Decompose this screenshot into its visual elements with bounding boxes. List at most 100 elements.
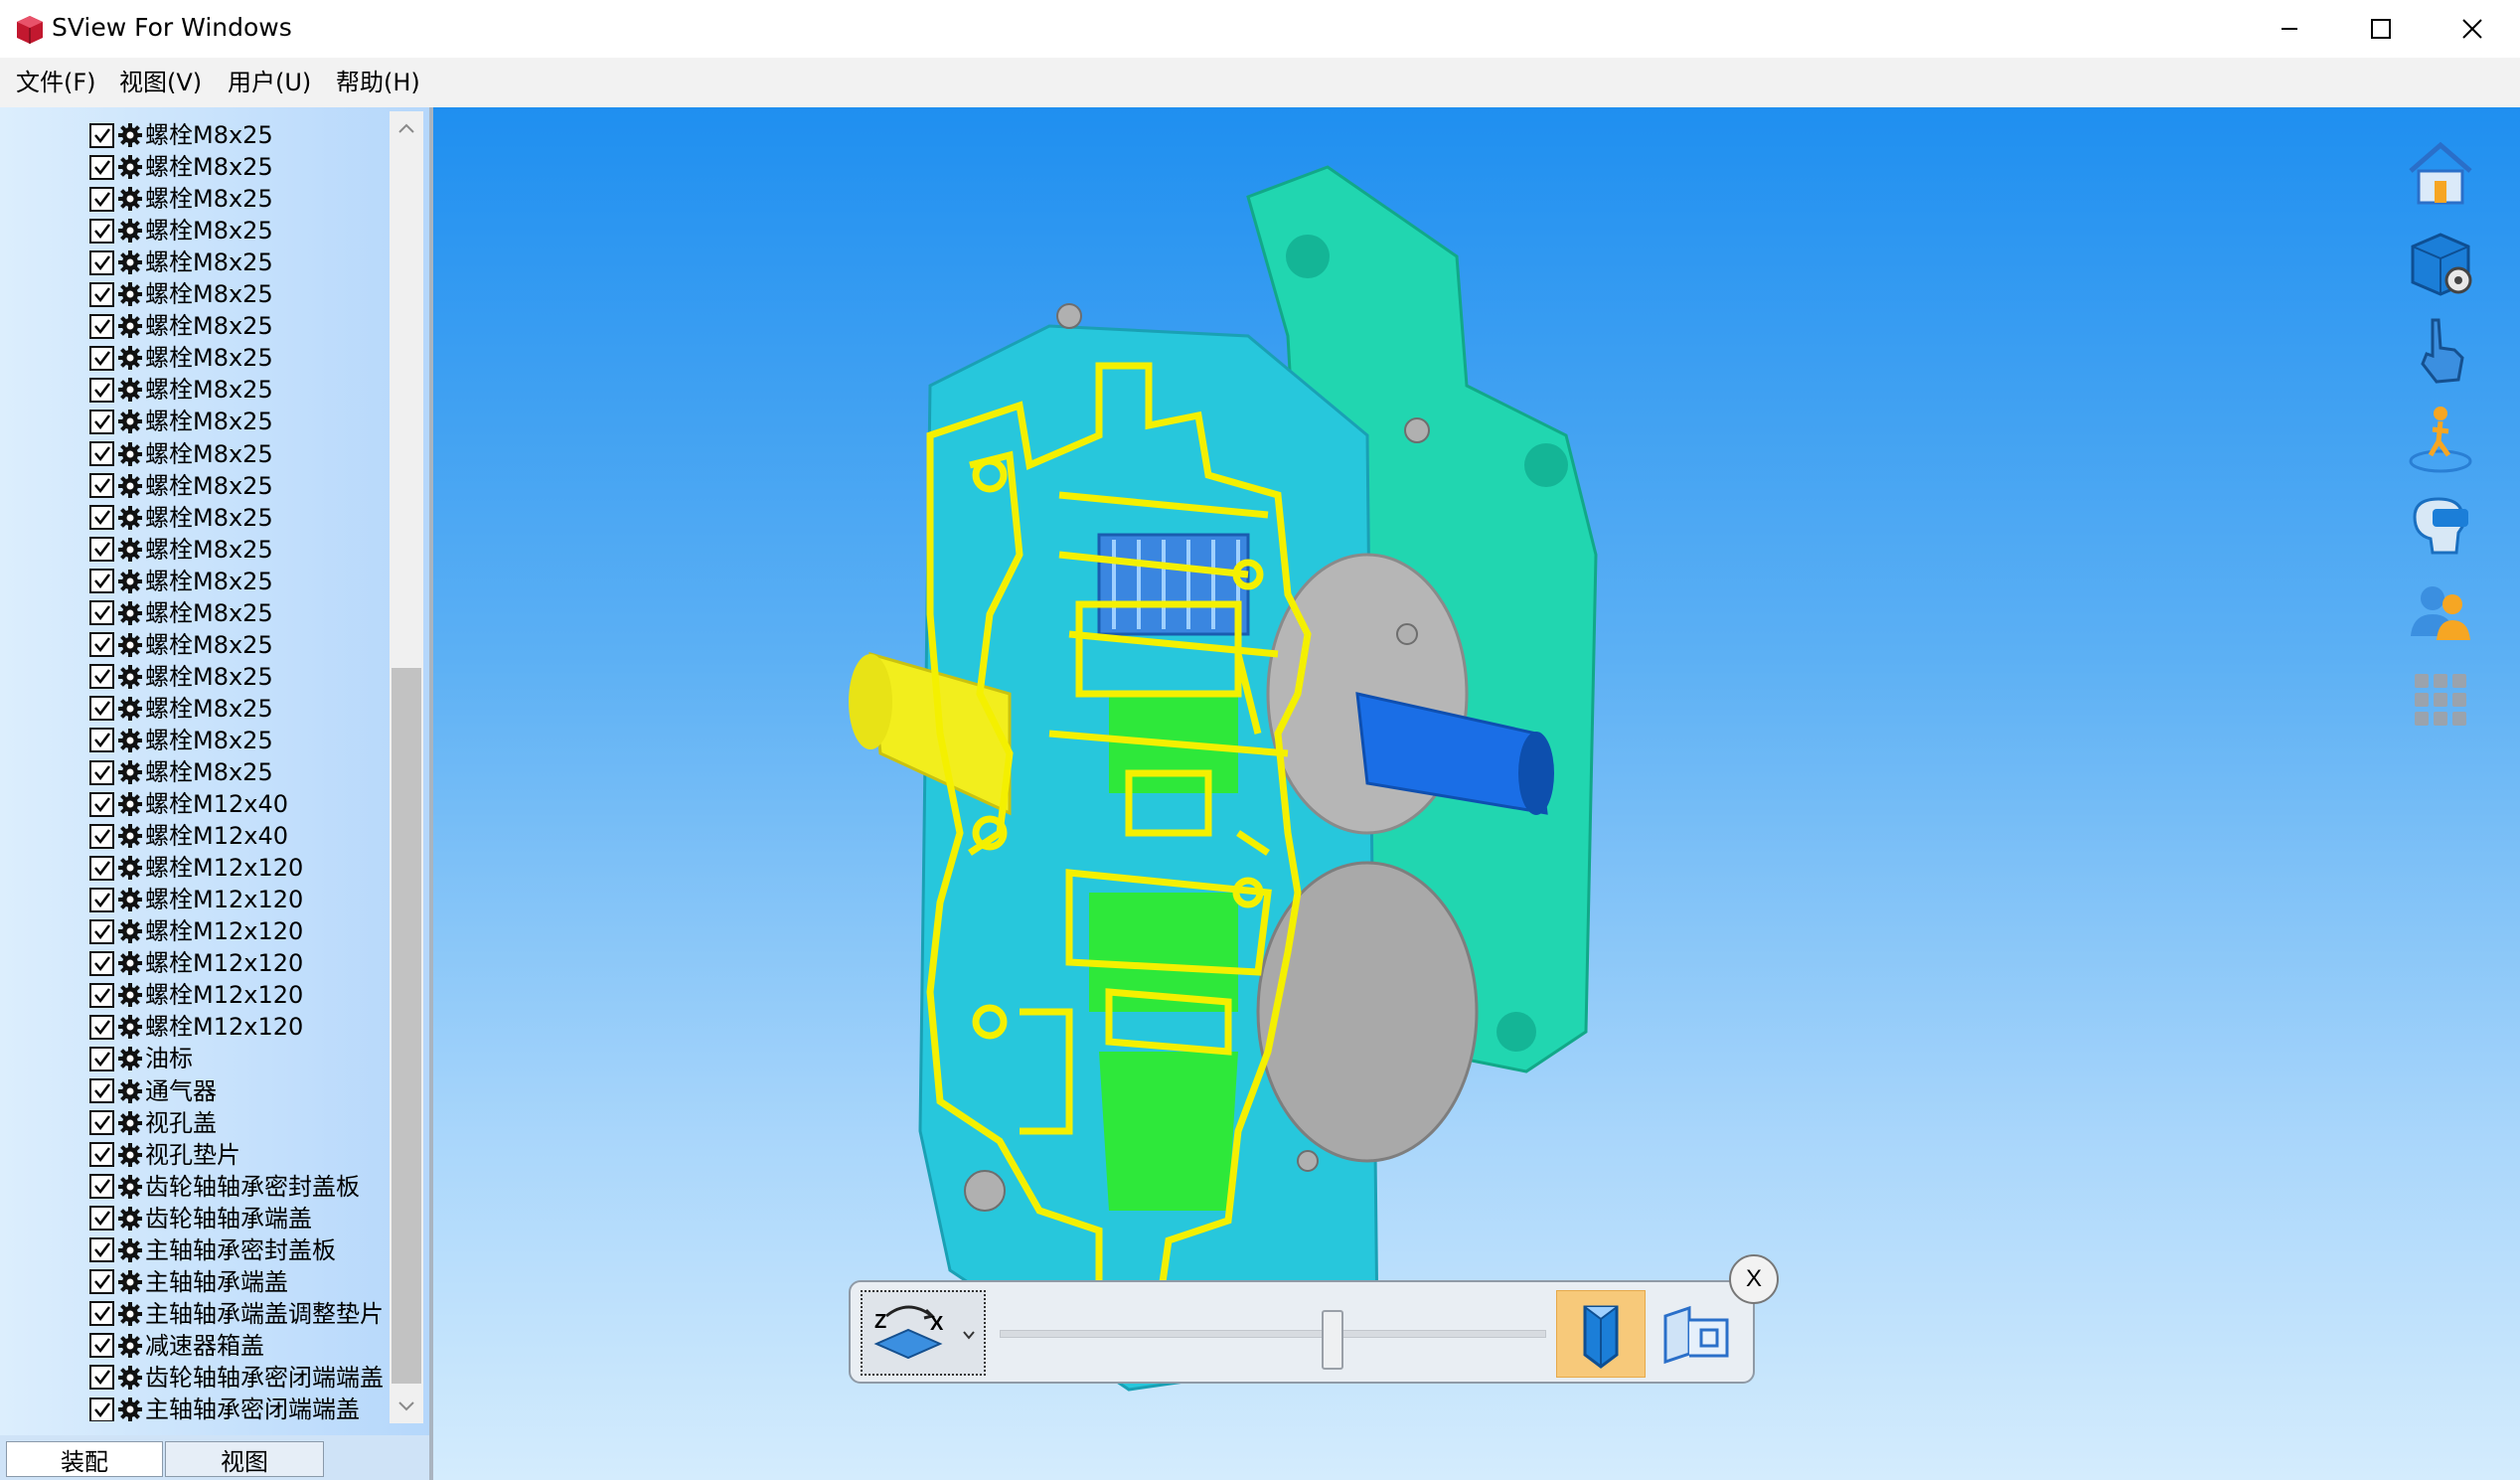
- tab-view[interactable]: 视图: [165, 1441, 324, 1477]
- visibility-checkbox[interactable]: [89, 887, 114, 912]
- visibility-checkbox[interactable]: [89, 122, 114, 148]
- visibility-checkbox[interactable]: [89, 186, 114, 212]
- tree-item[interactable]: 螺栓M8x25: [89, 629, 273, 661]
- tree-item[interactable]: 螺栓M8x25: [89, 566, 273, 597]
- visibility-checkbox[interactable]: [89, 1237, 114, 1263]
- visibility-checkbox[interactable]: [89, 600, 114, 626]
- tree-item[interactable]: 螺栓M12x120: [89, 1011, 303, 1043]
- visibility-checkbox[interactable]: [89, 1269, 114, 1295]
- tree-item[interactable]: 螺栓M8x25: [89, 342, 273, 374]
- section-cap-button[interactable]: [1556, 1290, 1646, 1378]
- maximize-button[interactable]: [2335, 0, 2427, 58]
- tree-item[interactable]: 主轴轴承密闭端端盖: [89, 1394, 360, 1421]
- tree-item[interactable]: 主轴轴承端盖调整垫片: [89, 1298, 384, 1330]
- tree-item[interactable]: 螺栓M8x25: [89, 534, 273, 566]
- tree-item[interactable]: 螺栓M8x25: [89, 310, 273, 342]
- tree-item[interactable]: 螺栓M8x25: [89, 374, 273, 406]
- visibility-checkbox[interactable]: [89, 759, 114, 785]
- tree-item[interactable]: 减速器箱盖: [89, 1330, 264, 1362]
- visibility-checkbox[interactable]: [89, 1333, 114, 1359]
- visibility-checkbox[interactable]: [89, 281, 114, 307]
- tree-item[interactable]: 螺栓M8x25: [89, 215, 273, 247]
- visibility-checkbox[interactable]: [89, 1110, 114, 1136]
- visibility-checkbox[interactable]: [89, 1078, 114, 1103]
- section-slider-thumb[interactable]: [1322, 1310, 1343, 1370]
- visibility-checkbox[interactable]: [89, 1142, 114, 1168]
- menu-file[interactable]: 文件(F): [12, 68, 100, 97]
- vr-headset-icon[interactable]: [2403, 487, 2478, 563]
- visibility-checkbox[interactable]: [89, 918, 114, 944]
- visibility-checkbox[interactable]: [89, 664, 114, 690]
- visibility-checkbox[interactable]: [89, 982, 114, 1008]
- visibility-checkbox[interactable]: [89, 441, 114, 466]
- tree-item[interactable]: 螺栓M8x25: [89, 725, 273, 756]
- visibility-checkbox[interactable]: [89, 1206, 114, 1232]
- tree-item[interactable]: 螺栓M12x120: [89, 979, 303, 1011]
- tree-item[interactable]: 螺栓M8x25: [89, 151, 273, 183]
- scroll-down-button[interactable]: [390, 1390, 423, 1423]
- tree-scrollbar[interactable]: [390, 111, 423, 1423]
- visibility-checkbox[interactable]: [89, 537, 114, 563]
- section-position-slider[interactable]: [1000, 1330, 1546, 1338]
- visibility-checkbox[interactable]: [89, 505, 114, 531]
- visibility-checkbox[interactable]: [89, 1397, 114, 1421]
- tree-item[interactable]: 螺栓M12x120: [89, 947, 303, 979]
- close-section-toolbar-button[interactable]: X: [1729, 1254, 1779, 1304]
- tree-item[interactable]: 螺栓M8x25: [89, 183, 273, 215]
- tree-item[interactable]: 螺栓M12x120: [89, 915, 303, 947]
- tree-item[interactable]: 螺栓M8x25: [89, 119, 273, 151]
- hand-pointer-icon[interactable]: [2403, 312, 2478, 388]
- visibility-checkbox[interactable]: [89, 377, 114, 403]
- tree-item[interactable]: 螺栓M12x40: [89, 820, 288, 852]
- tree-item[interactable]: 螺栓M8x25: [89, 502, 273, 534]
- tree-item[interactable]: 螺栓M8x25: [89, 278, 273, 310]
- tree-item[interactable]: 视孔盖: [89, 1107, 217, 1139]
- visibility-checkbox[interactable]: [89, 1174, 114, 1200]
- model-settings-icon[interactable]: [2403, 225, 2478, 300]
- tree-item[interactable]: 螺栓M12x40: [89, 788, 288, 820]
- visibility-checkbox[interactable]: [89, 632, 114, 658]
- tree-item[interactable]: 主轴轴承密封盖板: [89, 1234, 336, 1266]
- section-plane-select[interactable]: Z X: [861, 1290, 986, 1376]
- visibility-checkbox[interactable]: [89, 218, 114, 244]
- tree-item[interactable]: 齿轮轴轴承密封盖板: [89, 1171, 360, 1203]
- assembly-tree[interactable]: 螺栓M8x25 螺栓M8x25 螺栓M8x25 螺栓M8x25 螺栓M8x25 螺栓M8x…: [0, 107, 388, 1421]
- 3d-viewport[interactable]: Z X X: [433, 107, 2520, 1480]
- visibility-checkbox[interactable]: [89, 823, 114, 849]
- visibility-checkbox[interactable]: [89, 473, 114, 499]
- visibility-checkbox[interactable]: [89, 855, 114, 881]
- visibility-checkbox[interactable]: [89, 950, 114, 976]
- menu-help[interactable]: 帮助(H): [332, 68, 424, 97]
- tree-item[interactable]: 齿轮轴轴承密闭端端盖: [89, 1362, 384, 1394]
- tree-item[interactable]: 通气器: [89, 1075, 217, 1107]
- tree-item[interactable]: 螺栓M8x25: [89, 470, 273, 502]
- section-cut-button[interactable]: [1655, 1296, 1737, 1372]
- home-icon[interactable]: [2403, 135, 2478, 211]
- visibility-checkbox[interactable]: [89, 409, 114, 434]
- scroll-thumb[interactable]: [392, 668, 421, 1384]
- tree-item[interactable]: 螺栓M12x120: [89, 884, 303, 915]
- tree-item[interactable]: 主轴轴承端盖: [89, 1266, 288, 1298]
- tree-item[interactable]: 螺栓M8x25: [89, 661, 273, 693]
- visibility-checkbox[interactable]: [89, 345, 114, 371]
- tree-item[interactable]: 螺栓M12x120: [89, 852, 303, 884]
- close-button[interactable]: [2427, 0, 2518, 58]
- visibility-checkbox[interactable]: [89, 1046, 114, 1071]
- menu-user[interactable]: 用户(U): [224, 68, 315, 97]
- tree-item[interactable]: 螺栓M8x25: [89, 247, 273, 278]
- tree-item[interactable]: 螺栓M8x25: [89, 756, 273, 788]
- tree-item[interactable]: 螺栓M8x25: [89, 406, 273, 437]
- visibility-checkbox[interactable]: [89, 696, 114, 722]
- tree-item[interactable]: 螺栓M8x25: [89, 693, 273, 725]
- visibility-checkbox[interactable]: [89, 569, 114, 594]
- visibility-checkbox[interactable]: [89, 154, 114, 180]
- tree-item[interactable]: 螺栓M8x25: [89, 438, 273, 470]
- visibility-checkbox[interactable]: [89, 791, 114, 817]
- tree-item[interactable]: 齿轮轴轴承端盖: [89, 1203, 312, 1234]
- users-icon[interactable]: [2403, 575, 2478, 650]
- visibility-checkbox[interactable]: [89, 1301, 114, 1327]
- tree-item[interactable]: 视孔垫片: [89, 1139, 240, 1171]
- tree-item[interactable]: 螺栓M8x25: [89, 597, 273, 629]
- apps-grid-icon[interactable]: [2403, 662, 2478, 738]
- minimize-button[interactable]: [2244, 0, 2335, 58]
